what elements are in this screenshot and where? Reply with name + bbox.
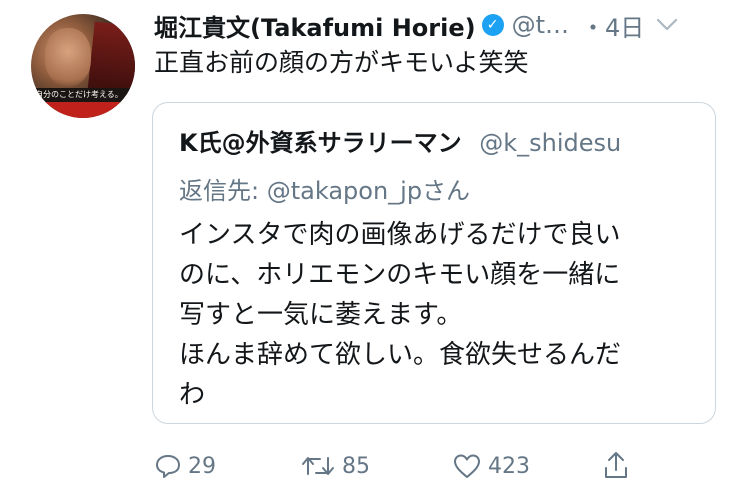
share-button[interactable] (602, 450, 630, 480)
retweet-count: 85 (342, 453, 370, 479)
reply-count: 29 (188, 453, 216, 479)
retweet-button[interactable]: 85 (300, 452, 370, 480)
quoted-author-handle: @k_shidesu (479, 129, 622, 157)
like-icon (454, 454, 480, 478)
avatar-caption: 自分のことだけ考える。 (31, 88, 135, 102)
like-button[interactable]: 423 (452, 452, 530, 480)
verified-badge-icon: ✓ (481, 14, 504, 36)
reply-to-handle[interactable]: @takapon_jpさん (267, 177, 470, 205)
avatar-face (45, 28, 91, 86)
action-bar: 29 85 423 (152, 448, 632, 486)
reply-to-line: 返信先: @takapon_jpさん (179, 171, 470, 206)
reply-button[interactable]: 29 (154, 452, 216, 480)
quoted-text-line: のに、ホリエモンのキモい顔を一緒に (179, 260, 621, 290)
retweet-icon (302, 457, 334, 475)
like-count: 423 (488, 453, 530, 479)
quoted-text-line: インスタで肉の画像あげるだけで良い (179, 220, 621, 250)
tweet-header: 堀江貴文(Takafumi Horie) ✓ @t… ・4日 (154, 8, 734, 42)
avatar-book-cover (87, 21, 135, 97)
share-icon (605, 452, 627, 478)
avatar-red-band (31, 102, 135, 118)
tweet-timestamp[interactable]: ・4日 (581, 8, 644, 43)
quoted-tweet-header: K氏@外資系サラリーマン @k_shidesu (179, 123, 621, 158)
quoted-text-line: 写すと一気に萎えます。 (179, 300, 463, 330)
author-name[interactable]: 堀江貴文(Takafumi Horie) (154, 8, 476, 43)
reply-to-prefix: 返信先: (179, 177, 267, 205)
quoted-tweet[interactable]: K氏@外資系サラリーマン @k_shidesu 返信先: @takapon_jp… (152, 102, 716, 424)
chevron-down-icon[interactable] (656, 13, 678, 38)
reply-icon (156, 455, 180, 478)
quoted-text-line: わ (179, 380, 206, 410)
quoted-author-name: K氏@外資系サラリーマン (179, 129, 462, 157)
quoted-text-line: ほんま辞めて欲しい。食欲失せるんだ (179, 340, 622, 370)
tweet-text: 正直お前の顔の方がキモいよ笑笑 (154, 48, 529, 77)
avatar[interactable]: 自分のことだけ考える。 (31, 14, 135, 118)
author-handle[interactable]: @t… (512, 11, 569, 39)
quoted-tweet-text: インスタで肉の画像あげるだけで良い のに、ホリエモンのキモい顔を一緒に 写すと一… (179, 215, 709, 415)
